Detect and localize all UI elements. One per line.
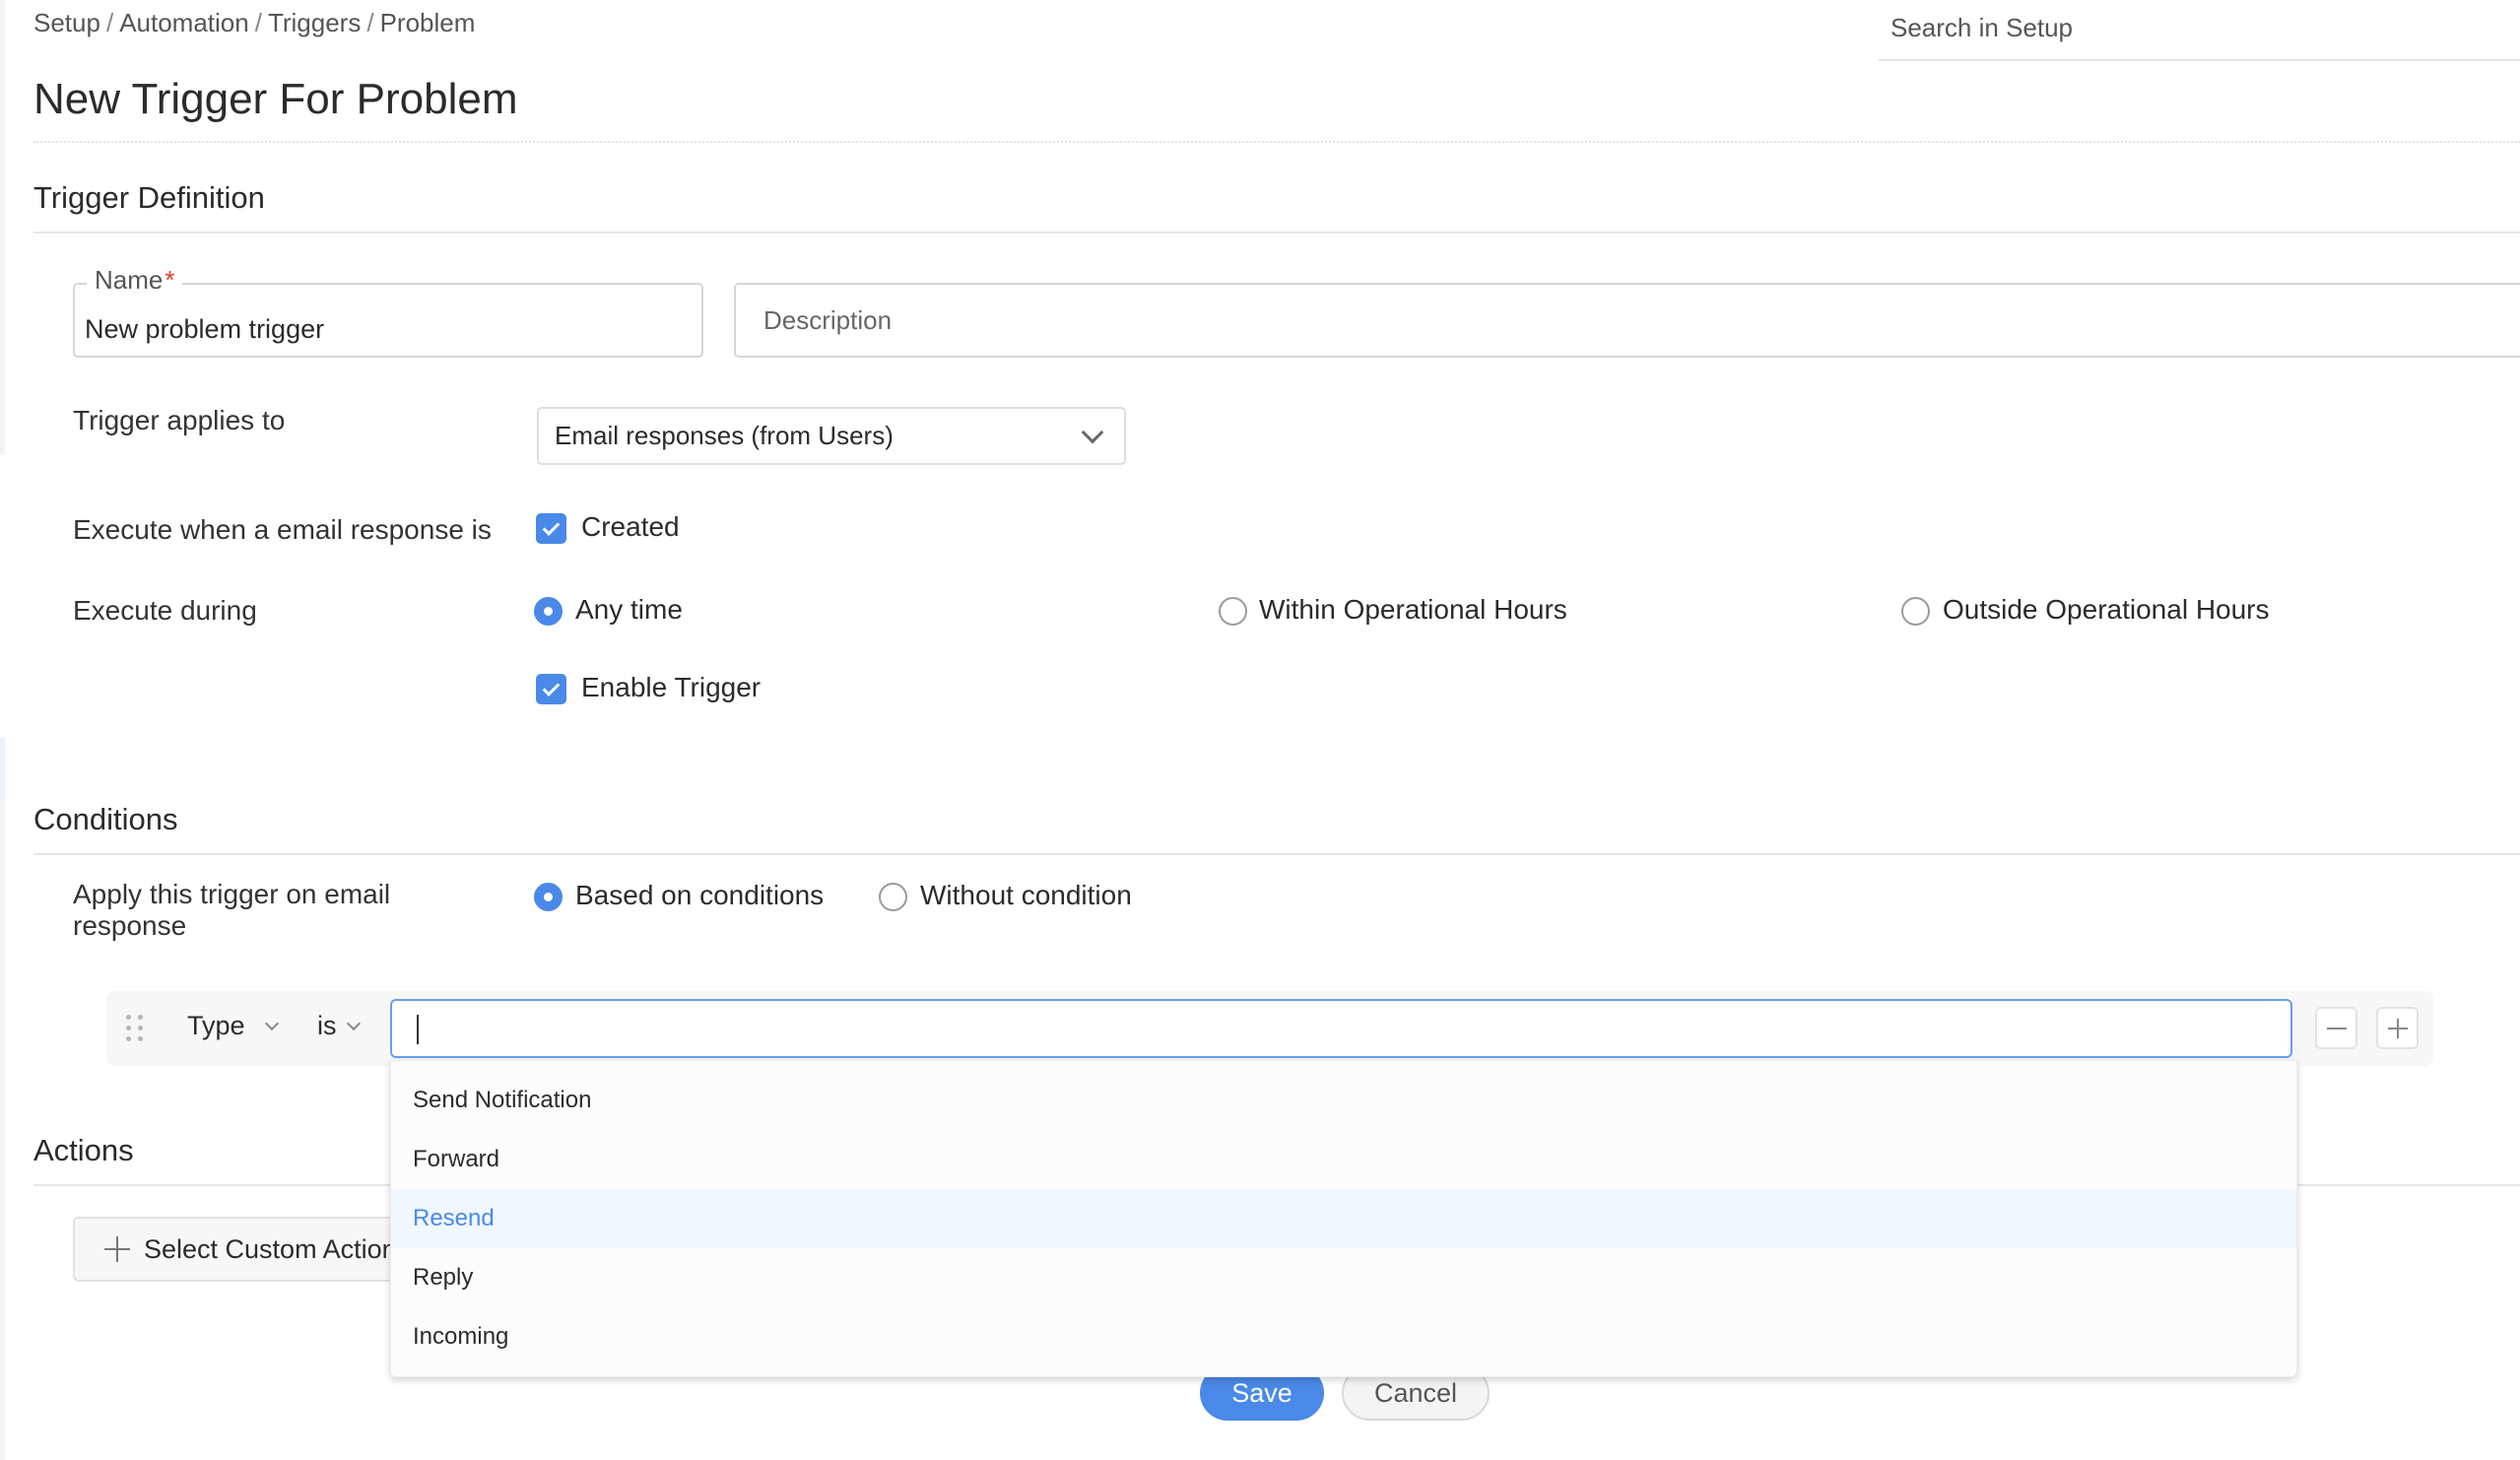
condition-field-select[interactable]: Type — [187, 1011, 279, 1041]
plus-icon — [104, 1236, 130, 1262]
page-title: New Trigger For Problem — [33, 75, 518, 123]
chevron-down-icon — [264, 1016, 279, 1030]
sidebar-active-item-edge[interactable] — [0, 737, 5, 800]
apply-trigger-label-line2: response — [73, 910, 187, 941]
check-icon — [542, 678, 561, 697]
condition-operator-value: is — [317, 1011, 337, 1040]
description-input[interactable] — [736, 285, 2520, 356]
radio-outside-operational-hours[interactable] — [1901, 597, 1930, 626]
radio-without-condition-label[interactable]: Without condition — [920, 880, 1132, 911]
dropdown-option[interactable]: Incoming — [391, 1307, 2296, 1366]
enable-trigger-label[interactable]: Enable Trigger — [581, 672, 761, 703]
dropdown-option[interactable]: Send Notification — [391, 1071, 2296, 1130]
breadcrumb-separator: / — [105, 8, 114, 37]
section-divider — [33, 232, 2520, 233]
description-field — [734, 283, 2520, 358]
search-setup-input[interactable] — [1879, 0, 2520, 55]
apply-trigger-label-line1: Apply this trigger on email — [73, 879, 391, 909]
created-checkbox-label[interactable]: Created — [581, 511, 680, 543]
remove-condition-button[interactable] — [2315, 1007, 2357, 1049]
trigger-applies-to-label: Trigger applies to — [73, 405, 286, 435]
text-cursor — [417, 1015, 419, 1044]
add-condition-button[interactable] — [2376, 1007, 2419, 1049]
radio-without-condition[interactable] — [879, 883, 907, 911]
condition-field-value: Type — [187, 1011, 245, 1040]
minus-icon — [2326, 1027, 2347, 1029]
dropdown-option[interactable]: Reply — [391, 1248, 2296, 1307]
breadcrumb-triggers[interactable]: Triggers — [268, 8, 361, 37]
select-custom-action-button[interactable]: Select Custom Action — [73, 1217, 428, 1282]
condition-operator-select[interactable]: is — [317, 1011, 361, 1041]
breadcrumb: Setup / Automation / Triggers / Problem — [33, 8, 475, 38]
drag-handle-icon[interactable] — [126, 1015, 144, 1041]
breadcrumb-automation[interactable]: Automation — [119, 8, 249, 37]
created-checkbox[interactable] — [536, 513, 566, 544]
trigger-applies-to-value: Email responses (from Users) — [555, 421, 894, 450]
select-custom-action-label: Select Custom Action — [144, 1233, 397, 1264]
name-field: Name* — [73, 265, 703, 358]
breadcrumb-setup[interactable]: Setup — [33, 8, 100, 37]
title-divider — [33, 141, 2520, 143]
execute-when-label: Execute when a email response is — [73, 514, 492, 545]
plus-icon-vertical — [2396, 1018, 2399, 1038]
chevron-down-icon — [1081, 421, 1104, 443]
condition-value-dropdown: Send Notification Forward Resend Reply I… — [390, 1060, 2297, 1377]
section-title-trigger-definition: Trigger Definition — [33, 180, 265, 215]
section-divider — [33, 853, 2520, 855]
radio-any-time-label[interactable]: Any time — [575, 594, 683, 626]
condition-value-field — [390, 999, 2292, 1058]
dropdown-option[interactable]: Forward — [391, 1130, 2296, 1189]
breadcrumb-separator: / — [254, 8, 262, 37]
check-icon — [542, 517, 561, 536]
dropdown-option-highlighted[interactable]: Resend — [391, 1189, 2296, 1248]
section-title-actions: Actions — [33, 1133, 134, 1167]
name-input[interactable] — [75, 285, 701, 356]
radio-any-time[interactable] — [534, 597, 563, 626]
radio-outside-operational-hours-label[interactable]: Outside Operational Hours — [1943, 594, 2270, 626]
section-title-conditions: Conditions — [33, 802, 178, 836]
radio-based-on-conditions-label[interactable]: Based on conditions — [575, 880, 824, 911]
radio-within-operational-hours-label[interactable]: Within Operational Hours — [1259, 594, 1567, 626]
breadcrumb-separator: / — [366, 8, 374, 37]
condition-value-input[interactable] — [392, 1001, 2290, 1056]
trigger-applies-to-select[interactable]: Email responses (from Users) — [537, 407, 1126, 465]
sidebar-edge-gap — [0, 455, 5, 741]
chevron-down-icon — [346, 1016, 361, 1030]
search-setup-field — [1879, 0, 2520, 61]
enable-trigger-checkbox[interactable] — [536, 674, 566, 704]
execute-during-label: Execute during — [73, 595, 257, 626]
breadcrumb-problem: Problem — [379, 8, 476, 37]
radio-based-on-conditions[interactable] — [534, 883, 563, 911]
radio-within-operational-hours[interactable] — [1219, 597, 1247, 626]
